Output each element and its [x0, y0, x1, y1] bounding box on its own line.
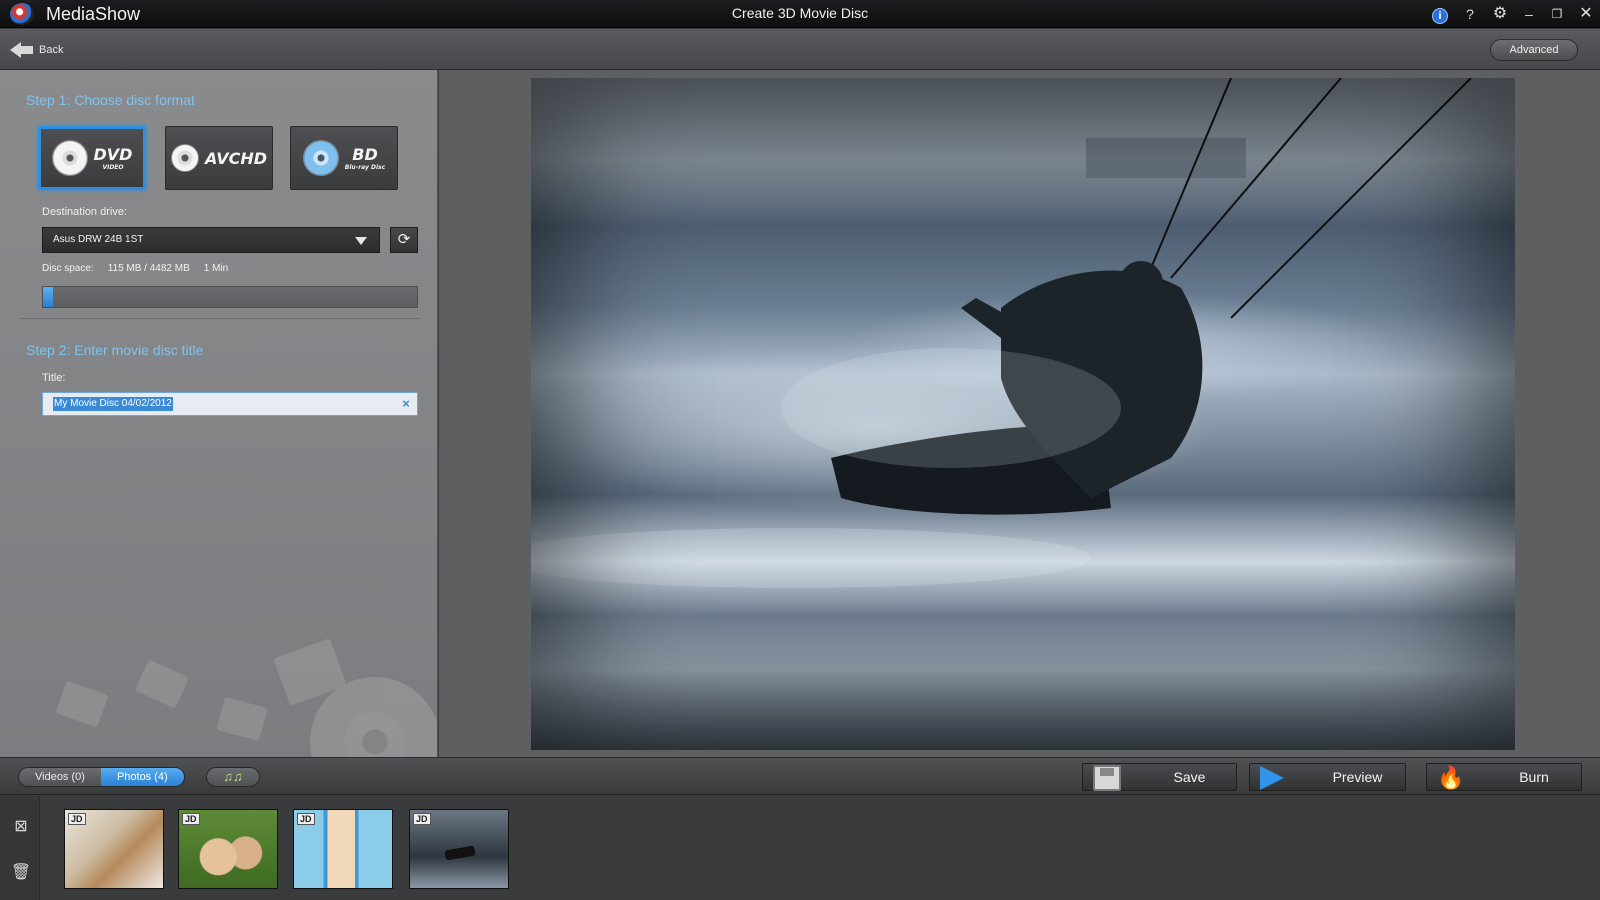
bluray-disc-icon: [302, 140, 339, 176]
help-icon[interactable]: ?: [1460, 4, 1480, 24]
burn-button[interactable]: 🔥 Burn: [1426, 763, 1582, 791]
title-bar: MediaShow Create 3D Movie Disc i ? ⚙ – ❐…: [0, 0, 1600, 28]
thumb-tag: JD: [297, 813, 315, 825]
thumb-tag: JD: [413, 813, 431, 825]
play-icon: [1260, 766, 1284, 790]
photo-thumbnail[interactable]: JD: [64, 809, 164, 889]
preview-area: [439, 70, 1600, 757]
step1-title: Step 1: Choose disc format: [26, 92, 195, 108]
refresh-icon: ⟳: [397, 231, 411, 248]
format-dvd-button[interactable]: DVD VIDEO: [38, 126, 146, 190]
edit-photo-icon[interactable]: ⊠: [10, 816, 32, 838]
back-label: Back: [39, 44, 64, 56]
clear-icon[interactable]: ×: [399, 397, 413, 411]
disc-title-input[interactable]: My Movie Disc 04/02/2012 ×: [42, 392, 418, 416]
thumb-tag: JD: [68, 813, 86, 825]
dvd-logo: DVD: [93, 145, 133, 164]
format-avchd-button[interactable]: AVCHD: [165, 126, 273, 190]
advanced-button[interactable]: Advanced: [1490, 39, 1578, 61]
disc-space-label: Disc space:: [42, 263, 94, 274]
destination-drive-select[interactable]: Asus DRW 24B 1ST: [42, 227, 380, 253]
photo-thumbnail[interactable]: JD: [293, 809, 393, 889]
save-label: Save: [1173, 769, 1206, 785]
media-toolbar: Videos (0) Photos (4) ♫♫ Save Preview 🔥 …: [0, 757, 1600, 795]
flame-icon: 🔥: [1437, 765, 1465, 790]
bluray-logo: BD: [352, 145, 378, 164]
title-label: Title:: [42, 372, 66, 384]
preview-label: Preview: [1332, 769, 1383, 785]
close-icon[interactable]: ✕: [1576, 4, 1596, 24]
info-button[interactable]: i: [1430, 4, 1450, 24]
disc-space-value: 115 MB / 4482 MB: [107, 263, 190, 274]
disc-icon: [170, 144, 199, 172]
info-icon: i: [1432, 8, 1448, 24]
back-arrow-icon: [10, 41, 34, 59]
step2-title: Step 2: Enter movie disc title: [26, 342, 204, 358]
dvd-logo-sub: VIDEO: [102, 164, 124, 171]
photo-thumbnail[interactable]: JD: [178, 809, 278, 889]
settings-panel: Step 1: Choose disc format DVD VIDEO AVC…: [0, 70, 438, 757]
refresh-drive-button[interactable]: ⟳: [390, 227, 418, 253]
gear-icon[interactable]: ⚙: [1490, 4, 1510, 24]
trash-icon[interactable]: 🗑: [10, 862, 32, 884]
save-button[interactable]: Save: [1082, 763, 1237, 791]
back-button[interactable]: Back: [10, 39, 63, 61]
bluray-logo-sub: Blu-ray Disc: [344, 164, 386, 171]
tab-videos[interactable]: Videos (0): [19, 768, 101, 786]
avchd-logo: AVCHD: [204, 148, 268, 168]
thumb-tag: JD: [182, 813, 200, 825]
disc-title-value: My Movie Disc 04/02/2012: [53, 397, 173, 411]
maximize-icon[interactable]: ❐: [1547, 4, 1567, 24]
storyboard-tools: ⊠ 🗑: [0, 796, 40, 900]
media-tabs: Videos (0) Photos (4): [18, 767, 185, 787]
preview-photo: [531, 78, 1515, 750]
panel-watermark: [55, 638, 437, 757]
disc-time: 1 Min: [203, 263, 229, 274]
preview-button[interactable]: Preview: [1249, 763, 1406, 791]
disc-space-bar: [42, 286, 418, 308]
chevron-down-icon: [355, 237, 367, 245]
tab-photos[interactable]: Photos (4): [100, 768, 184, 786]
divider: [20, 318, 420, 319]
nav-bar: Back Advanced: [0, 29, 1600, 70]
destination-drive-label: Destination drive:: [42, 206, 127, 218]
disc-icon: [51, 140, 88, 176]
burn-label: Burn: [1519, 769, 1549, 785]
format-bluray-button[interactable]: BD Blu-ray Disc: [290, 126, 398, 190]
disc-space-fill: [43, 287, 53, 307]
disc-space-info: Disc space: 115 MB / 4482 MB 1 Min: [42, 263, 228, 274]
photo-thumbnail[interactable]: JD: [409, 809, 509, 889]
destination-drive-value: Asus DRW 24B 1ST: [53, 234, 144, 245]
music-button[interactable]: ♫♫: [206, 767, 260, 787]
save-icon: [1093, 765, 1121, 791]
minimize-icon[interactable]: –: [1519, 4, 1539, 24]
music-icon: ♫♫: [223, 769, 243, 784]
window-title: Create 3D Movie Disc: [731, 5, 869, 21]
storyboard: ⊠ 🗑 JD JD JD JD: [0, 796, 1600, 900]
